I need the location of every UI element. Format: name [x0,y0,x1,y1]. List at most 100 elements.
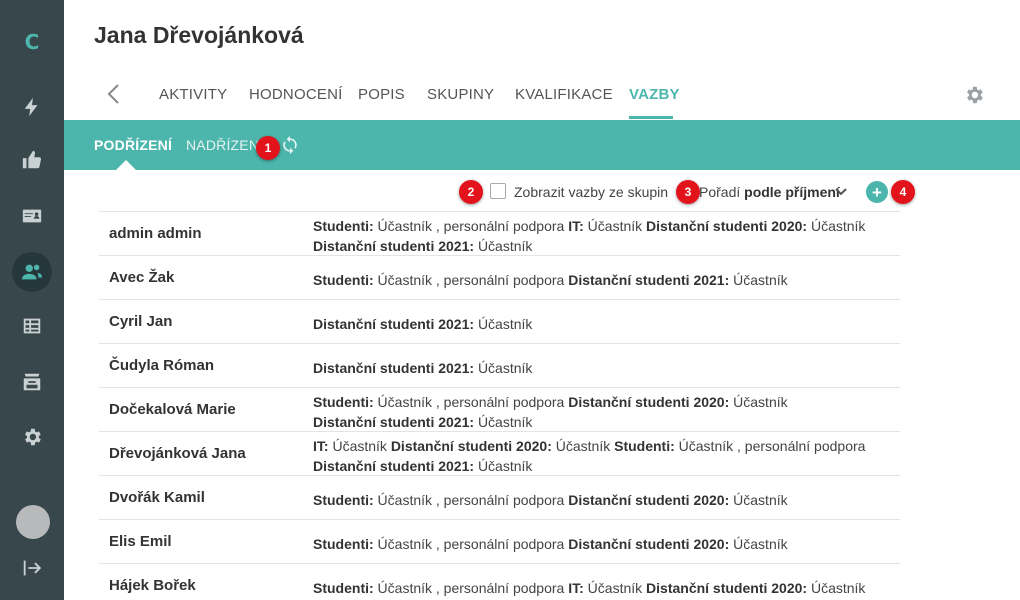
relation-line: Distanční studenti 2021: Účastník [313,456,903,476]
group-role: Účastník [733,536,788,552]
group-role: Účastník [477,458,533,474]
person-name[interactable]: Dočekalová Marie [109,401,236,418]
person-name[interactable]: Hájek Bořek [109,577,196,594]
group-name: Studenti: [313,218,374,234]
tab-bar: AKTIVITY HODNOCENÍ POPIS SKUPINY KVALIFI… [64,70,1020,120]
person-name[interactable]: admin admin [109,225,202,242]
relation-groups: Distanční studenti 2021: Účastník [313,348,903,388]
group-role: Účastník , personální podpora [377,492,565,508]
group-name: Distanční studenti 2020: [390,438,552,454]
relation-groups: Studenti: Účastník , personální podpora … [313,524,903,564]
relation-line: Distanční studenti 2021: Účastník [313,314,903,334]
relation-line: Studenti: Účastník , personální podpora … [313,216,903,236]
group-role: Účastník [733,272,788,288]
tab-aktivity[interactable]: AKTIVITY [159,86,227,103]
archive-icon[interactable] [12,362,52,402]
sort-dropdown[interactable]: Pořadí podle příjmení [699,184,840,200]
person-name[interactable]: Dvořák Kamil [109,489,205,506]
group-name: Distanční studenti 2021: [313,414,475,430]
gear-icon[interactable] [963,84,985,106]
tab-skupiny[interactable]: SKUPINY [427,86,494,103]
person-name[interactable]: Čudyla Róman [109,357,214,374]
table-row[interactable]: Dřevojánková Jana IT: Účastník Distanční … [99,431,900,475]
settings-gear-icon[interactable] [12,417,52,457]
table-icon[interactable] [12,306,52,346]
table-row[interactable]: Čudyla Róman Distanční studenti 2021: Úča… [99,343,900,387]
group-role: Účastník , personální podpora [377,580,565,596]
show-group-relations-checkbox[interactable] [490,183,506,199]
tab-hodnoceni[interactable]: HODNOCENÍ [249,86,342,103]
relation-line: Studenti: Účastník , personální podpora … [313,578,903,598]
group-role: Účastník [810,218,866,234]
group-role: Účastník [733,394,788,410]
group-name: Distanční studenti 2021: [568,272,730,288]
person-name[interactable]: Cyril Jan [109,313,172,330]
table-row[interactable]: admin admin Studenti: Účastník , personál… [99,211,900,255]
table-row[interactable]: Dočekalová Marie Studenti: Účastník , per… [99,387,900,431]
relation-groups: Distanční studenti 2021: Účastník [313,304,903,344]
group-role: Účastník , personální podpora [678,438,866,454]
relation-line: Distanční studenti 2021: Účastník [313,358,903,378]
badge-2: 2 [459,180,483,204]
group-name: Studenti: [313,536,374,552]
refresh-icon[interactable] [280,135,300,155]
relation-line: Distanční studenti 2021: Účastník [313,412,903,432]
sort-label: Pořadí [699,184,741,200]
logout-icon[interactable] [12,548,52,588]
group-role: Účastník [477,238,533,254]
add-relation-button[interactable]: + [866,181,888,203]
group-role: Účastník [477,360,533,376]
tab-kvalifikace[interactable]: KVALIFIKACE [515,86,613,103]
person-name[interactable]: Avec Žak [109,269,174,286]
group-role: Účastník [587,580,643,596]
group-role: Účastník [810,580,866,596]
users-icon[interactable] [12,252,52,292]
avatar[interactable] [16,505,50,539]
id-card-icon[interactable] [12,196,52,236]
relation-groups: Studenti: Účastník , personální podpora … [313,392,903,432]
group-role: Účastník [332,438,387,454]
group-name: Distanční studenti 2020: [646,580,808,596]
group-name: IT: [313,438,329,454]
subtab-bar: PODŘÍZENÍ NADŘÍZENÍ [64,120,1020,170]
group-role: Účastník , personální podpora [377,272,565,288]
badge-3: 3 [676,180,700,204]
table-row[interactable]: Dvořák Kamil Studenti: Účastník , personá… [99,475,900,519]
group-name: Distanční studenti 2020: [646,218,808,234]
relation-line: Distanční studenti 2021: Účastník [313,236,903,256]
sort-value: podle příjmení [744,184,840,200]
group-role: Účastník , personální podpora [377,394,565,410]
relation-groups: Studenti: Účastník , personální podpora … [313,260,903,300]
person-name[interactable]: Elis Emil [109,533,172,550]
group-role: Účastník [587,218,643,234]
bolt-icon[interactable] [12,87,52,127]
relation-line: Studenti: Účastník , personální podpora … [313,534,903,554]
relation-groups: IT: Účastník Distanční studenti 2020: Úč… [313,436,903,476]
relation-line: IT: Účastník Distanční studenti 2020: Úč… [313,436,903,456]
tab-vazby[interactable]: VAZBY [629,86,680,103]
tab-popis[interactable]: POPIS [358,86,405,103]
group-name: IT: [568,580,584,596]
badge-4: 4 [891,180,915,204]
relation-groups: Studenti: Účastník , personální podpora … [313,216,903,256]
table-row[interactable]: Hájek Bořek Studenti: Účastník , personál… [99,563,900,600]
relation-line: Studenti: Účastník , personální podpora … [313,270,903,290]
app-root: C Jana Dřevojánková AKTIVITY HODNOCENÍ P… [0,0,1020,600]
person-name[interactable]: Dřevojánková Jana [109,445,246,462]
group-role: Účastník , personální podpora [377,218,565,234]
back-chevron-icon[interactable] [102,82,124,106]
subtab-nadrizeni[interactable]: NADŘÍZENÍ [186,137,263,153]
relation-line: Studenti: Účastník , personální podpora … [313,392,903,412]
table-row[interactable]: Cyril Jan Distanční studenti 2021: Účastn… [99,299,900,343]
group-name: Studenti: [313,580,374,596]
table-row[interactable]: Elis Emil Studenti: Účastník , personální… [99,519,900,563]
show-group-relations-label[interactable]: Zobrazit vazby ze skupin [514,184,668,200]
app-logo[interactable]: C [0,30,64,54]
group-name: Distanční studenti 2021: [313,458,475,474]
group-role: Účastník , personální podpora [377,536,565,552]
table-row[interactable]: Avec Žak Studenti: Účastník , personální … [99,255,900,299]
relation-line: Studenti: Účastník , personální podpora … [313,490,903,510]
subtab-podrizeni[interactable]: PODŘÍZENÍ [94,137,172,153]
chevron-down-icon[interactable] [834,185,848,199]
thumbs-up-icon[interactable] [12,140,52,180]
